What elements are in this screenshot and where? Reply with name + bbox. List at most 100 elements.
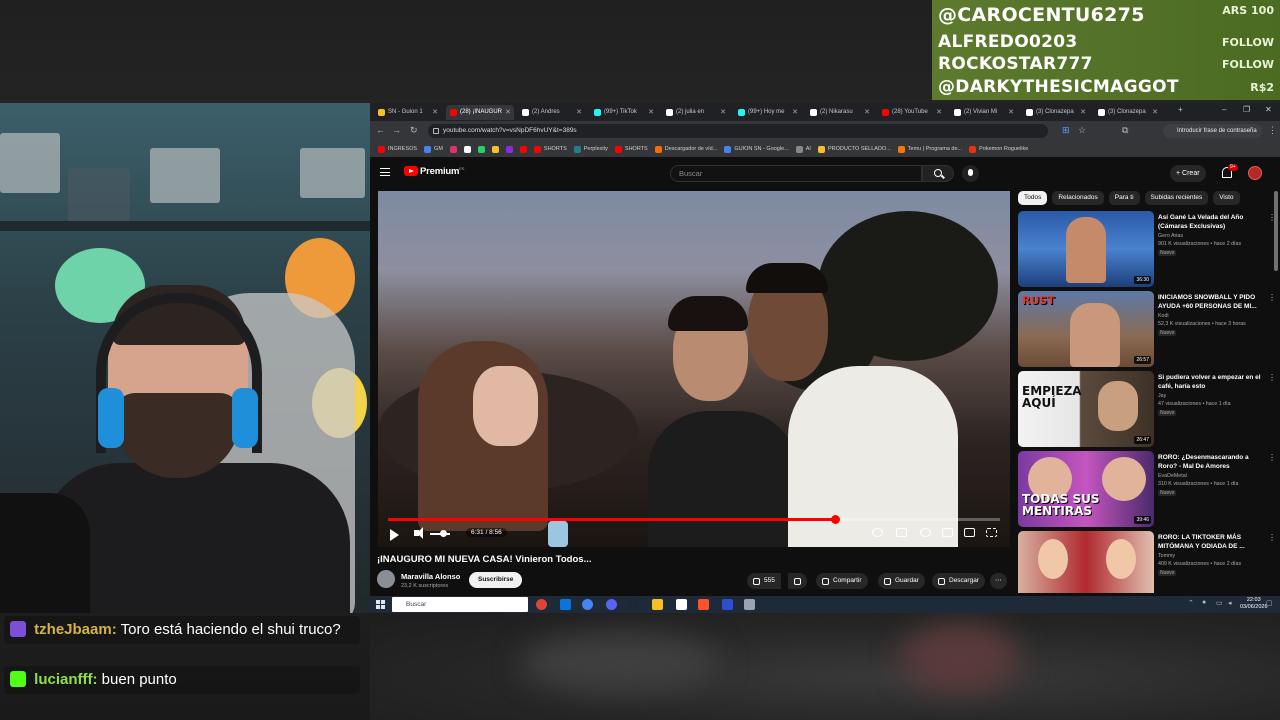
bookmark-item[interactable]: SHORTS	[614, 145, 648, 153]
download-button[interactable]: Descargar	[932, 573, 985, 589]
browser-tab-active[interactable]: (28) ¡INAUGUR ✕	[446, 104, 514, 120]
drive-icon[interactable]	[491, 145, 499, 153]
account-avatar[interactable]	[1248, 166, 1262, 180]
progress-scrubber[interactable]	[830, 515, 840, 524]
menu-dots-icon[interactable]: ⋮	[1268, 125, 1277, 136]
progress-bar[interactable]	[388, 515, 1000, 524]
discord-icon[interactable]	[606, 599, 617, 610]
notepad-icon[interactable]	[676, 599, 687, 610]
instagram-icon[interactable]	[449, 145, 457, 153]
video-thumbnail[interactable]	[1018, 531, 1154, 593]
close-icon[interactable]: ✕	[576, 108, 582, 116]
taskbar-search-input[interactable]: Buscar	[392, 597, 528, 612]
close-icon[interactable]: ✕	[792, 108, 798, 116]
brave-icon[interactable]	[698, 599, 709, 610]
twitch-icon[interactable]	[505, 145, 513, 153]
youtube-icon[interactable]	[519, 145, 527, 153]
x-icon[interactable]	[463, 145, 471, 153]
tray-chevron-icon[interactable]: ⌃	[1188, 599, 1194, 607]
chrome-icon[interactable]	[536, 599, 547, 610]
youtube-logo-icon[interactable]	[404, 166, 418, 176]
more-vert-icon[interactable]: ⋮	[1268, 373, 1276, 382]
more-vert-icon[interactable]: ⋮	[1268, 453, 1276, 462]
search-input[interactable]: Buscar	[670, 165, 922, 182]
create-button[interactable]: + Crear	[1170, 165, 1206, 182]
recommended-video[interactable]: EMPIEZA AQUÍ 26:47 Si pudiera volver a e…	[1018, 371, 1276, 447]
back-icon[interactable]: ←	[376, 125, 385, 135]
browser-tab[interactable]: (99+) Hoy me ✕	[734, 105, 802, 120]
volume-knob[interactable]	[440, 530, 447, 537]
browser-tab[interactable]: (3) Clonazepa ✕	[1094, 105, 1162, 120]
browser-tab[interactable]: (99+) TikTok ✕	[590, 105, 658, 120]
notification-center-icon[interactable]: ▢	[1266, 599, 1273, 607]
settings-gear-icon[interactable]	[920, 528, 931, 537]
share-button[interactable]: Compartir	[816, 573, 868, 589]
browser-tab[interactable]: (2) julia en ✕	[662, 105, 730, 120]
taskbar-clock[interactable]: 22:03 03/06/2026	[1240, 597, 1268, 611]
steam-icon[interactable]	[628, 599, 639, 610]
recommended-channel[interactable]: Gero Arias	[1158, 233, 1183, 239]
browser-tab[interactable]: (3) Clonazepa ✕	[1022, 105, 1090, 120]
subtitles-icon[interactable]	[896, 528, 907, 537]
translate-icon[interactable]: ⊞	[1062, 125, 1070, 136]
recommended-title[interactable]: RORO: LA TIKTOKER MÁS MITÓMANA Y ODIADA …	[1158, 533, 1262, 551]
bookmark-item[interactable]: PRODUCTO SELLADO...	[817, 145, 891, 153]
like-button[interactable]: 555	[747, 573, 781, 589]
bookmark-item[interactable]: Perplexity	[573, 145, 608, 153]
volume-icon[interactable]	[414, 527, 423, 539]
chip-relacionados[interactable]: Relacionados	[1052, 191, 1104, 205]
chrome-profile-icon[interactable]	[582, 599, 593, 610]
recommended-channel[interactable]: Tommy	[1158, 553, 1175, 559]
channel-name[interactable]: Maravilla Alonso	[401, 572, 460, 581]
recommended-title[interactable]: Así Gané La Velada del Año (Cámaras Excl…	[1158, 213, 1262, 231]
close-icon[interactable]: ✕	[1152, 108, 1158, 116]
extensions-icon[interactable]: ⧉	[1122, 125, 1128, 136]
fullscreen-icon[interactable]	[986, 528, 997, 537]
url-field[interactable]: youtube.com/watch?v=vsNpDF6hvUY&t=389s	[428, 124, 1048, 138]
recommended-title[interactable]: Si pudiera volver a empezar en el café, …	[1158, 373, 1262, 391]
more-actions-button[interactable]: ⋯	[990, 573, 1007, 589]
recommended-video[interactable]: RUST 26:57 INICIAMOS SNOWBALL Y PIDO AYU…	[1018, 291, 1276, 367]
recommended-video[interactable]: RORO: LA TIKTOKER MÁS MITÓMANA Y ODIADA …	[1018, 531, 1274, 593]
hamburger-menu-icon[interactable]	[380, 168, 390, 176]
bookmark-item[interactable]: Temu | Programa de...	[897, 145, 962, 153]
browser-tab[interactable]: (2) Vivian Mi ✕	[950, 105, 1018, 120]
close-icon[interactable]: ✕	[936, 108, 942, 116]
chip-todos[interactable]: Todos	[1018, 191, 1048, 205]
bookmark-item[interactable]: AI	[795, 145, 811, 153]
browser-tab[interactable]: SN - Guion 1 ✕	[374, 105, 442, 120]
recommended-title[interactable]: RORO: ¿Desenmascarando a Roro? - Mal De …	[1158, 453, 1262, 471]
close-icon[interactable]: ✕	[648, 108, 654, 116]
recommended-video[interactable]: TODAS SUS MENTIRAS 39:46 RORO: ¿Desenmas…	[1018, 451, 1276, 527]
bookmark-item[interactable]: INGRESOS	[378, 145, 417, 153]
save-button[interactable]: Guardar	[878, 573, 925, 589]
windows-start-icon[interactable]	[376, 600, 385, 609]
video-player[interactable]: 6:31 / 8:56	[378, 191, 1010, 547]
video-thumbnail[interactable]: 36:30	[1018, 211, 1154, 287]
sidebar-scrollbar[interactable]	[1274, 191, 1278, 271]
chip-subidas-recientes[interactable]: Subidas recientes	[1144, 191, 1209, 205]
browser-tab[interactable]: (2) Andres ✕	[518, 105, 586, 120]
video-thumbnail[interactable]: EMPIEZA AQUÍ 26:47	[1018, 371, 1154, 447]
whatsapp-icon[interactable]	[477, 145, 485, 153]
bookmark-item[interactable]: Descargador de víd...	[654, 145, 717, 153]
close-icon[interactable]: ✕	[720, 108, 726, 116]
more-vert-icon[interactable]: ⋮	[1268, 533, 1274, 542]
close-icon[interactable]: ✕	[864, 108, 870, 116]
password-prompt[interactable]: Introducir frase de contraseña	[1163, 124, 1262, 138]
reload-icon[interactable]: ↻	[410, 125, 418, 136]
miniplayer-icon[interactable]	[942, 528, 953, 537]
cast-icon[interactable]	[964, 528, 975, 537]
close-icon[interactable]: ✕	[1080, 108, 1086, 116]
video-thumbnail[interactable]: RUST 26:57	[1018, 291, 1154, 367]
recommended-channel[interactable]: Kodi	[1158, 313, 1169, 319]
chip-para-ti[interactable]: Para ti	[1108, 191, 1140, 205]
voice-search-mic-icon[interactable]	[962, 165, 979, 182]
shield-icon[interactable]	[744, 599, 755, 610]
play-icon[interactable]	[390, 529, 399, 541]
search-button[interactable]	[922, 165, 954, 182]
minimize-icon[interactable]: –	[1222, 105, 1226, 114]
chip-visto[interactable]: Visto	[1213, 191, 1240, 205]
app-icon[interactable]	[722, 599, 733, 610]
file-explorer-icon[interactable]	[652, 599, 663, 610]
